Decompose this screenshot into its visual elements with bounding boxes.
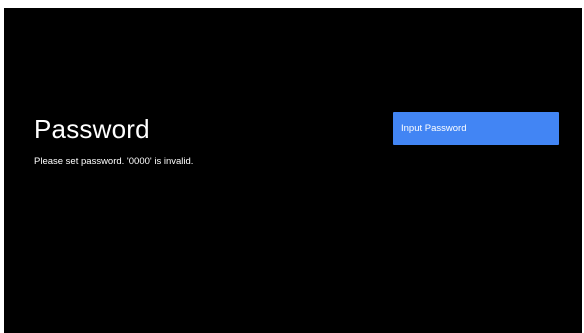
- password-message: Please set password. '0000' is invalid.: [34, 156, 194, 167]
- page-title: Password: [34, 114, 150, 144]
- tv-settings-screen: Password Please set password. '0000' is …: [4, 8, 582, 333]
- input-password-button[interactable]: Input Password: [393, 112, 559, 145]
